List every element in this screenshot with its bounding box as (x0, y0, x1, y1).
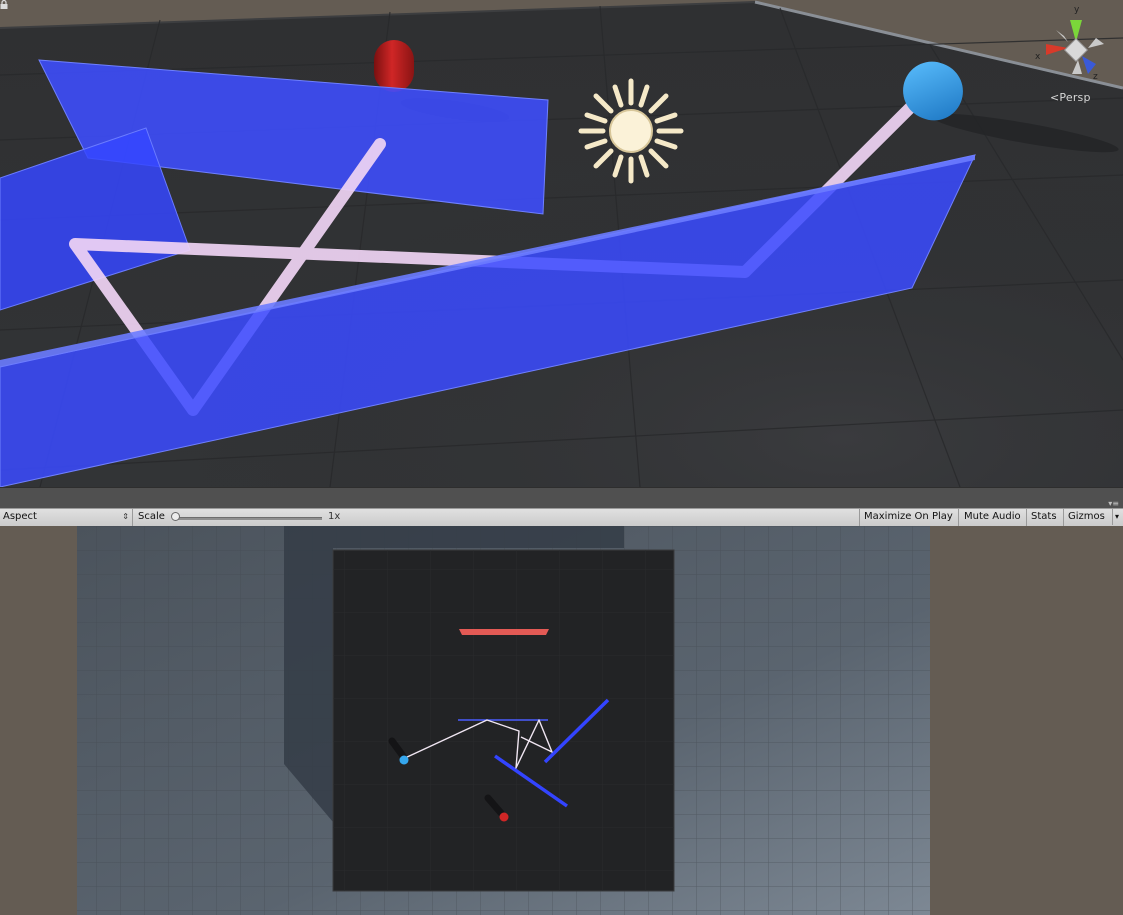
scale-slider-track[interactable] (176, 517, 322, 520)
lock-icon[interactable] (0, 0, 8, 9)
projection-toggle[interactable]: <Persp (1050, 91, 1091, 104)
axis-label-x: x (1035, 52, 1041, 62)
game-canvas[interactable] (0, 526, 1123, 915)
red-capsule[interactable] (374, 40, 414, 92)
gizmos-toggle[interactable]: Gizmos ▾ (1063, 509, 1123, 526)
red-target-bar[interactable] (459, 629, 549, 635)
axis-label-z: z (1093, 72, 1098, 82)
scale-slider-thumb[interactable] (171, 512, 180, 521)
scale-label: Scale (138, 511, 165, 522)
persp-arrow-icon: < (1050, 91, 1060, 104)
panel-menu-icon[interactable]: ▾≡ (1108, 500, 1119, 508)
sun-light-icon[interactable] (578, 78, 684, 184)
maximize-on-play-toggle[interactable]: Maximize On Play (859, 509, 958, 526)
stats-toggle[interactable]: Stats (1026, 509, 1063, 526)
dropdown-arrow-icon: ⇕ (122, 512, 129, 521)
game-view[interactable] (0, 526, 1123, 915)
projection-label: Persp (1059, 91, 1091, 104)
scene-view[interactable]: y x z <Persp (0, 0, 1123, 487)
gizmos-dropdown-arrow-icon[interactable]: ▾ (1111, 509, 1119, 525)
game-view-toolbar: Aspect ⇕ Scale 1x Maximize On Play Mute … (0, 508, 1123, 527)
axis-label-y: y (1074, 5, 1080, 15)
scale-value: 1x (328, 511, 341, 522)
aspect-dropdown[interactable]: Aspect ⇕ (0, 509, 133, 526)
red-capsule-topdown[interactable] (499, 812, 509, 822)
gizmos-label: Gizmos (1068, 511, 1105, 522)
scene-canvas[interactable]: y x z (0, 0, 1123, 487)
blue-capsule-topdown[interactable] (399, 755, 409, 765)
panel-divider[interactable]: ▾≡ (0, 487, 1123, 509)
aspect-label: Aspect (3, 511, 37, 522)
mute-audio-toggle[interactable]: Mute Audio (958, 509, 1026, 526)
